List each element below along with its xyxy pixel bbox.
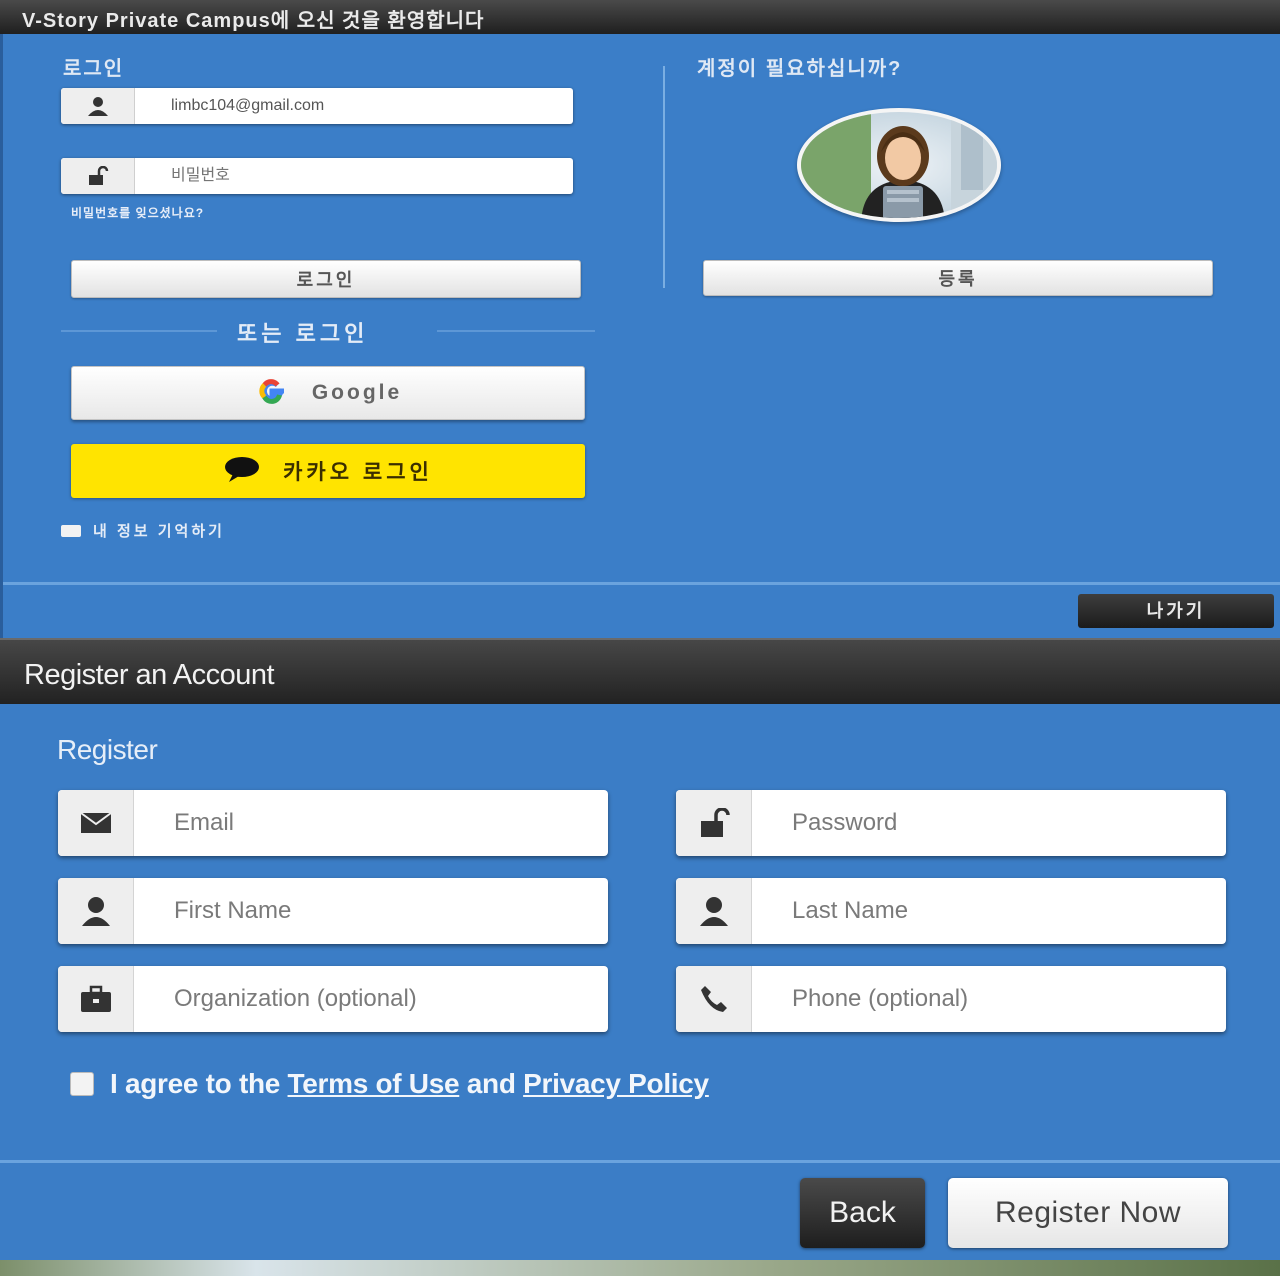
lock-icon bbox=[676, 790, 752, 856]
register-subtitle: Register bbox=[57, 734, 158, 765]
password-input[interactable] bbox=[752, 790, 1226, 856]
terms-agreement: I agree to the Terms of Use and Privacy … bbox=[70, 1068, 709, 1100]
last-name-field[interactable] bbox=[676, 878, 1226, 944]
password-field[interactable] bbox=[676, 790, 1226, 856]
login-button[interactable]: 로그인 bbox=[71, 260, 581, 298]
login-footer-divider bbox=[3, 582, 1280, 585]
avatar bbox=[797, 108, 1001, 222]
kakao-login-button[interactable]: 카카오 로그인 bbox=[71, 444, 585, 498]
vertical-divider bbox=[663, 66, 665, 288]
register-panel: Register an Account Register Email First… bbox=[0, 638, 1280, 1276]
or-divider-left bbox=[61, 330, 217, 332]
google-login-button[interactable]: Google bbox=[71, 366, 585, 420]
agree-prefix: I agree to the bbox=[110, 1068, 281, 1099]
agree-checkbox[interactable] bbox=[70, 1072, 94, 1096]
briefcase-icon bbox=[58, 966, 134, 1032]
register-title: Register an Account bbox=[24, 659, 275, 691]
login-header: V-Story Private Campus에 오신 것을 환영합니다 bbox=[0, 0, 1280, 34]
or-login-label: 또는 로그인 bbox=[237, 321, 369, 346]
agree-text: I agree to the Terms of Use and Privacy … bbox=[110, 1068, 709, 1100]
lock-icon bbox=[61, 158, 135, 194]
email-field[interactable] bbox=[58, 790, 608, 856]
organization-field[interactable] bbox=[58, 966, 608, 1032]
login-password-input[interactable] bbox=[135, 158, 573, 194]
phone-field[interactable] bbox=[676, 966, 1226, 1032]
login-email-input[interactable] bbox=[135, 88, 573, 124]
email-input[interactable] bbox=[134, 790, 608, 856]
register-now-button[interactable]: Register Now bbox=[948, 1178, 1228, 1248]
user-icon bbox=[58, 878, 134, 944]
need-account-label: 계정이 필요하십니까? bbox=[697, 58, 903, 80]
remember-me[interactable]: 내 정보 기억하기 bbox=[61, 520, 225, 541]
login-section-label: 로그인 bbox=[63, 58, 125, 80]
screen: V-Story Private Campus에 오신 것을 환영합니다 로그인 … bbox=[0, 0, 1280, 1276]
background-strip bbox=[0, 1260, 1280, 1276]
organization-input[interactable] bbox=[134, 966, 608, 1032]
envelope-icon bbox=[58, 790, 134, 856]
terms-of-use-link[interactable]: Terms of Use bbox=[288, 1068, 460, 1099]
exit-button[interactable]: 나가기 bbox=[1078, 594, 1274, 628]
agree-and: and bbox=[466, 1068, 516, 1099]
kakao-button-label: 카카오 로그인 bbox=[283, 461, 433, 484]
privacy-policy-link[interactable]: Privacy Policy bbox=[523, 1068, 709, 1099]
register-button[interactable]: 등록 bbox=[703, 260, 1213, 296]
remember-me-checkbox[interactable] bbox=[61, 524, 81, 537]
phone-input[interactable] bbox=[752, 966, 1226, 1032]
back-button[interactable]: Back bbox=[800, 1178, 925, 1248]
forgot-password-link[interactable]: 비밀번호를 잊으셨나요? bbox=[71, 204, 204, 221]
user-icon bbox=[676, 878, 752, 944]
remember-me-label: 내 정보 기억하기 bbox=[93, 523, 225, 540]
first-name-input[interactable] bbox=[134, 878, 608, 944]
first-name-field[interactable] bbox=[58, 878, 608, 944]
register-footer-divider bbox=[0, 1160, 1280, 1163]
google-icon bbox=[254, 374, 290, 413]
login-email-field[interactable] bbox=[61, 88, 573, 124]
register-header: Register an Account bbox=[0, 638, 1280, 704]
login-panel: 로그인 비밀번호를 잊으셨나요? 로그인 또는 로그인 bbox=[0, 34, 1280, 638]
last-name-input[interactable] bbox=[752, 878, 1226, 944]
user-icon bbox=[61, 88, 135, 124]
or-divider-right bbox=[437, 330, 595, 332]
login-password-field[interactable] bbox=[61, 158, 573, 194]
kakao-chat-icon bbox=[223, 455, 261, 488]
google-button-label: Google bbox=[311, 381, 403, 404]
phone-icon bbox=[676, 966, 752, 1032]
